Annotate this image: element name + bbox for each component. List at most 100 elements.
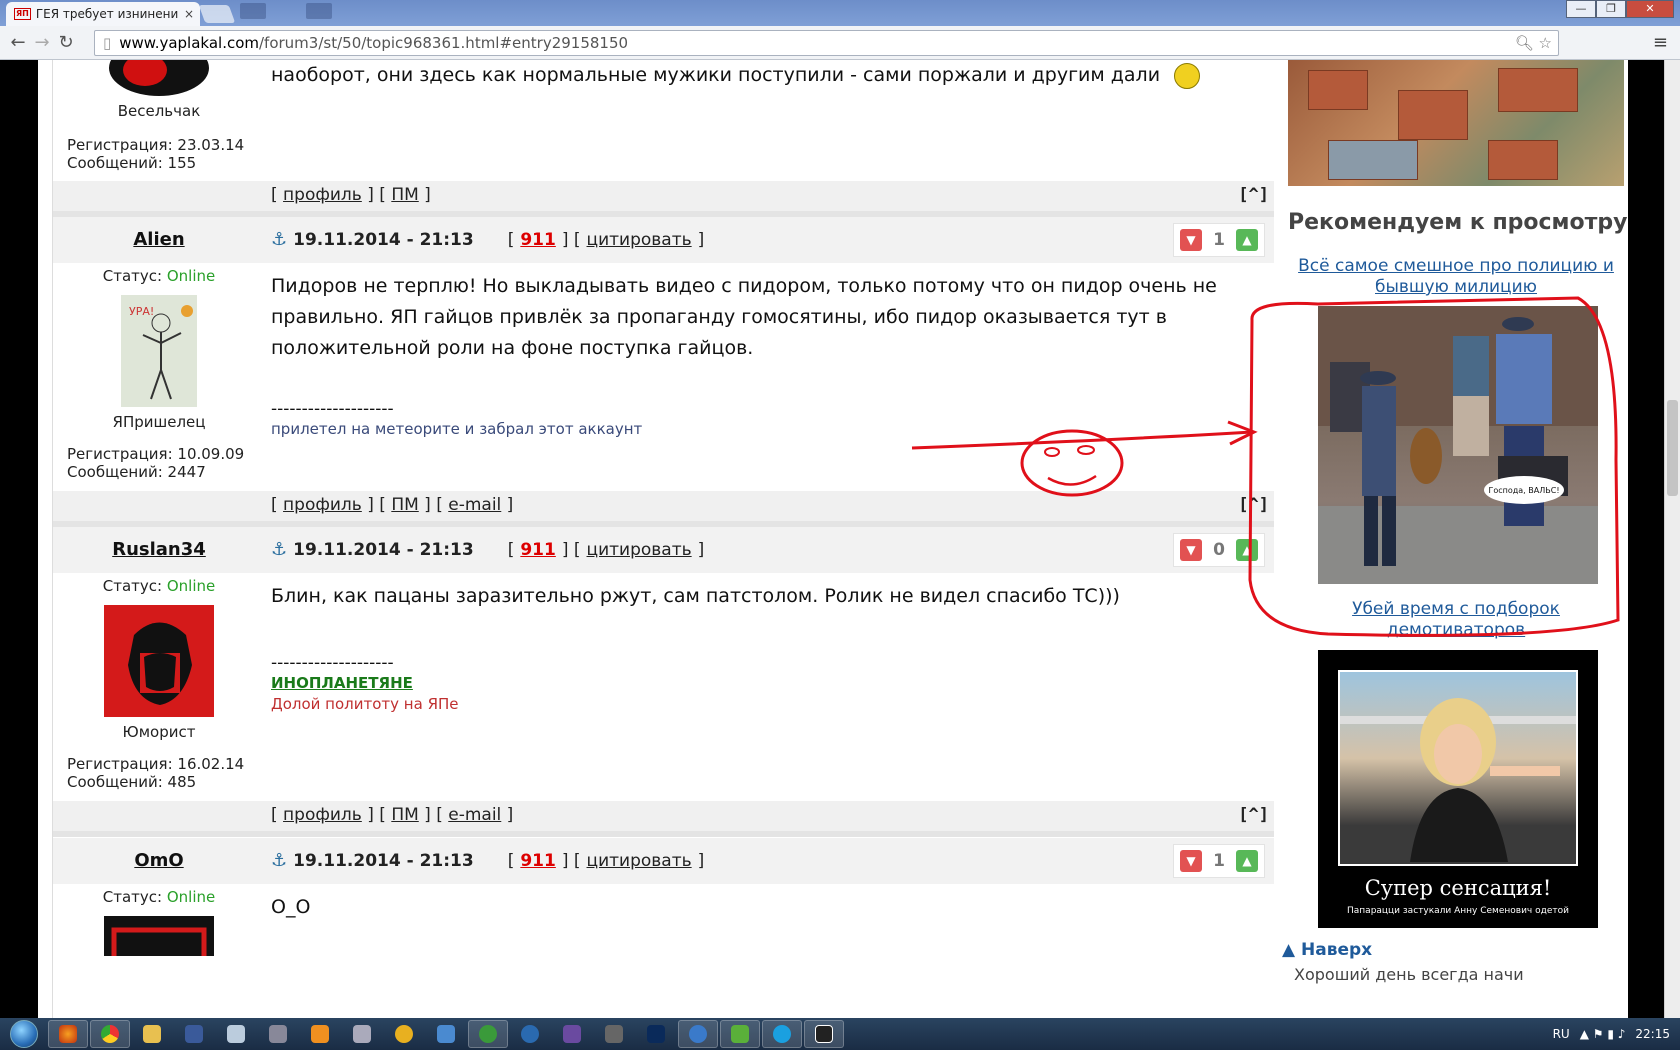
post-date: 19.11.2014 - 21:13 [293, 850, 474, 871]
signature-separator: -------------------- [271, 653, 394, 673]
back-arrow-icon[interactable]: ← [6, 32, 30, 53]
post-author-panel: Статус: Online Юморист Регистрация: 16.0… [53, 573, 265, 791]
demotivator-image[interactable]: Супер сенсация! Папарацци застукали Анну… [1318, 650, 1598, 928]
scroll-top-link[interactable]: [^] [1238, 805, 1269, 825]
signature-link[interactable]: ИНОПЛАНЕТЯНЕ [271, 672, 1261, 694]
minimize-button[interactable]: — [1566, 0, 1596, 18]
police-link[interactable]: Всё самое смешное про полицию и бывшую м… [1288, 256, 1624, 298]
maximize-button[interactable]: ❐ [1596, 0, 1626, 18]
scroll-top-link[interactable]: [^] [1238, 495, 1269, 515]
pm-link[interactable]: ПМ [391, 805, 418, 825]
site-favicon-icon: ЯП [14, 8, 31, 20]
pm-link[interactable]: ПМ [391, 185, 418, 205]
tray-icons[interactable]: ▲ ⚑ ▮ ♪ [1580, 1027, 1626, 1041]
user-status: Статус: Online [102, 888, 216, 906]
avatar [104, 605, 214, 717]
taskbar-utility-icon[interactable] [342, 1020, 382, 1048]
post-footer: [ профиль ] [ ПМ ] [^] [53, 181, 1275, 211]
registration-date: Регистрация: 10.09.09 [67, 445, 245, 463]
online-status: Online [166, 577, 216, 595]
thumbs-down-icon[interactable]: ▼ [1180, 229, 1202, 251]
message-count: Сообщений: 485 [67, 773, 197, 791]
browser-toolbar: ← → ↻ ▯ www.yaplakal.com/forum3/st/50/to… [0, 26, 1680, 60]
thumbs-up-icon[interactable]: ▲ [1236, 539, 1258, 561]
demotivators-link[interactable]: Убей время с подборок демотиваторов [1288, 599, 1624, 641]
page-scrollbar[interactable] [1664, 60, 1680, 1018]
address-bar[interactable]: ▯ www.yaplakal.com/forum3/st/50/topic968… [94, 30, 1559, 56]
clock[interactable]: 22:15 [1635, 1027, 1670, 1041]
taskbar-notepad-icon[interactable] [216, 1020, 256, 1048]
city-photo[interactable] [1288, 60, 1624, 186]
taskbar-wot-icon[interactable] [804, 1020, 844, 1048]
quote-link[interactable]: цитировать [587, 230, 692, 250]
taskbar-tools-icon[interactable] [258, 1020, 298, 1048]
quote-link[interactable]: цитировать [587, 540, 692, 560]
taskbar-torrent-icon[interactable] [720, 1020, 760, 1048]
taskbar-app-icon[interactable] [426, 1020, 466, 1048]
author-name[interactable]: Alien [53, 229, 265, 250]
author-name[interactable]: OmO [53, 850, 265, 871]
taskbar-explorer-icon[interactable] [132, 1020, 172, 1048]
avatar [104, 916, 214, 956]
avatar [109, 60, 209, 96]
browser-menu-icon[interactable]: ≡ [1653, 32, 1668, 53]
thumbs-down-icon[interactable]: ▼ [1180, 850, 1202, 872]
pm-link[interactable]: ПМ [391, 495, 418, 515]
anchor-icon[interactable]: ⚓ [271, 850, 287, 871]
scroll-top-link[interactable]: [^] [1238, 185, 1269, 205]
email-link[interactable]: e-mail [448, 495, 501, 515]
profile-link[interactable]: профиль [283, 495, 362, 515]
close-window-button[interactable]: ✕ [1626, 0, 1674, 18]
taskbar-vs-icon[interactable] [552, 1020, 592, 1048]
background-deco [306, 3, 332, 19]
profile-link[interactable]: профиль [283, 185, 362, 205]
thumbs-up-icon[interactable]: ▲ [1236, 229, 1258, 251]
profile-link[interactable]: профиль [283, 805, 362, 825]
tab-close-icon[interactable]: × [184, 7, 200, 21]
taskbar-chrome2-icon[interactable] [678, 1020, 718, 1048]
taskbar-ccleaner-icon[interactable] [468, 1020, 508, 1048]
new-tab-button[interactable] [198, 5, 236, 23]
police-photo[interactable]: Господа, ВАЛЬС! [1318, 306, 1598, 584]
start-button[interactable] [0, 1018, 48, 1050]
author-name[interactable]: Ruslan34 [53, 539, 265, 560]
scrollbar-thumb[interactable] [1667, 400, 1678, 496]
taskbar-skype-icon[interactable] [762, 1020, 802, 1048]
thumbs-down-icon[interactable]: ▼ [1180, 539, 1202, 561]
taskbar-warning-icon[interactable] [384, 1020, 424, 1048]
url-path: /forum3/st/50/topic968361.html#entry2915… [259, 34, 629, 52]
anchor-icon[interactable]: ⚓ [271, 539, 287, 560]
quote-link[interactable]: цитировать [587, 851, 692, 871]
post-list: Весельчак Регистрация: 23.03.14 Сообщени… [52, 60, 1275, 1018]
report-link[interactable]: 911 [520, 230, 556, 250]
zoom-star-icons[interactable]: 🔍︎ ☆ [1515, 34, 1552, 52]
back-to-top-link[interactable]: ▲ Наверх [1282, 940, 1372, 960]
report-link[interactable]: 911 [520, 540, 556, 560]
signature: Долой политоту на ЯПе [271, 695, 459, 713]
taskbar-photoshop-icon[interactable] [636, 1020, 676, 1048]
taskbar-firefox-icon[interactable] [48, 1020, 88, 1048]
window-controls: — ❐ ✕ [1566, 0, 1674, 18]
forward-arrow-icon[interactable]: → [30, 32, 54, 53]
taskbar-save-icon[interactable] [174, 1020, 214, 1048]
registration-date: Регистрация: 16.02.14 [67, 755, 245, 773]
demotivator-caption: Супер сенсация! [1364, 876, 1552, 900]
report-link[interactable]: 911 [520, 851, 556, 871]
tab-active[interactable]: ЯП ГЕЯ требует изнинения - Я × [6, 2, 200, 26]
taskbar-media-icon[interactable] [300, 1020, 340, 1048]
reload-icon[interactable]: ↻ [54, 32, 78, 53]
user-status: Статус: Online [102, 267, 216, 285]
email-link[interactable]: e-mail [448, 805, 501, 825]
taskbar-tank-icon[interactable] [594, 1020, 634, 1048]
vote-count: 1 [1213, 230, 1225, 250]
windows-orb-icon [10, 1020, 38, 1048]
site-watermark: YAPLAKAL.COM [1390, 948, 1521, 966]
post-footer-links: [ профиль ] [ ПМ ] [271, 185, 431, 205]
thumbs-up-icon[interactable]: ▲ [1236, 850, 1258, 872]
taskbar-globe-icon[interactable] [510, 1020, 550, 1048]
language-indicator[interactable]: RU [1553, 1027, 1570, 1041]
anchor-icon[interactable]: ⚓ [271, 229, 287, 250]
user-rank: Юморист [122, 723, 196, 741]
taskbar-chrome-icon[interactable] [90, 1020, 130, 1048]
online-status: Online [166, 888, 216, 906]
